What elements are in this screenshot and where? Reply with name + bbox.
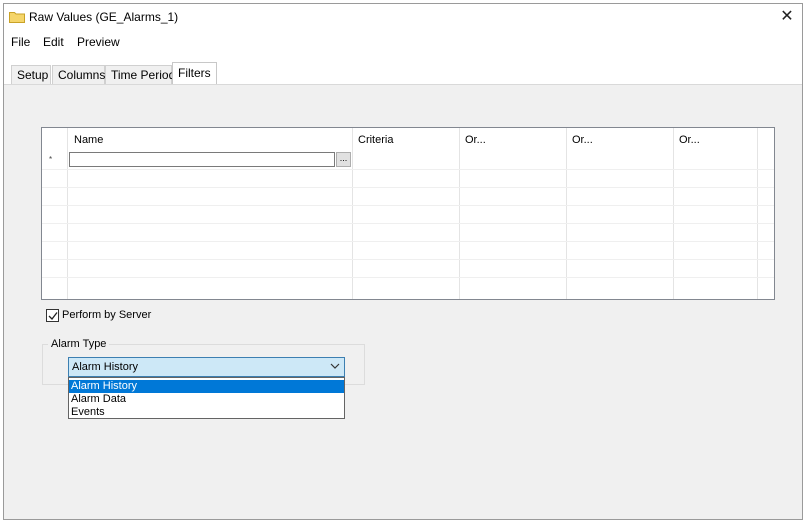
column-header-criteria[interactable]: Criteria — [358, 134, 393, 146]
dialog-window: Raw Values (GE_Alarms_1) ✕ File Edit Pre… — [3, 3, 803, 520]
menu-file[interactable]: File — [11, 35, 30, 49]
dropdown-option-alarm-history[interactable]: Alarm History — [69, 380, 344, 393]
tab-divider — [4, 84, 802, 85]
grid-line — [42, 223, 774, 224]
grid-line — [42, 241, 774, 242]
grid-line — [42, 187, 774, 188]
menu-preview[interactable]: Preview — [77, 35, 120, 49]
grid-line — [67, 128, 68, 299]
browse-button[interactable]: ... — [336, 152, 351, 167]
grid-line — [42, 277, 774, 278]
tab-setup[interactable]: Setup — [11, 65, 51, 84]
grid-line — [352, 128, 353, 299]
close-icon: ✕ — [780, 8, 794, 25]
tab-time-period-label: Time Period — [111, 68, 176, 82]
alarm-type-combobox[interactable]: Alarm History — [68, 357, 345, 377]
name-cell-input[interactable] — [69, 152, 335, 167]
combobox-selected-value: Alarm History — [72, 361, 139, 373]
grid-line — [42, 205, 774, 206]
tab-columns[interactable]: Columns — [52, 65, 105, 84]
grid-line — [566, 128, 567, 299]
grid-line — [42, 259, 774, 260]
tab-setup-label: Setup — [17, 68, 49, 82]
grid-line — [673, 128, 674, 299]
column-header-or-1[interactable]: Or... — [465, 134, 486, 146]
check-icon — [48, 312, 58, 320]
column-header-name[interactable]: Name — [74, 134, 103, 146]
column-header-or-2[interactable]: Or... — [572, 134, 593, 146]
alarm-type-dropdown: Alarm History Alarm Data Events — [68, 377, 345, 419]
perform-by-server-checkbox[interactable] — [46, 309, 59, 322]
close-button[interactable]: ✕ — [772, 4, 802, 31]
grid-line — [42, 169, 774, 170]
folder-icon — [9, 12, 25, 23]
new-row-marker: * — [49, 155, 53, 164]
tab-filters-label: Filters — [178, 66, 211, 80]
tab-time-period[interactable]: Time Period — [105, 65, 176, 84]
menu-bar: File Edit Preview — [4, 31, 802, 53]
grid-line — [757, 128, 758, 299]
grid-line — [459, 128, 460, 299]
alarm-type-group-label: Alarm Type — [48, 338, 110, 350]
menu-edit[interactable]: Edit — [43, 35, 64, 49]
column-header-or-3[interactable]: Or... — [679, 134, 700, 146]
tab-columns-label: Columns — [58, 68, 106, 82]
window-title: Raw Values (GE_Alarms_1) — [29, 10, 179, 24]
grid-header: Name Criteria Or... Or... Or... — [42, 128, 774, 151]
perform-by-server-label[interactable]: Perform by Server — [62, 309, 151, 321]
dropdown-option-alarm-data[interactable]: Alarm Data — [69, 393, 344, 406]
dropdown-option-events[interactable]: Events — [69, 406, 344, 419]
tab-strip: Setup Columns Time Period Filters — [4, 53, 802, 85]
tab-filters[interactable]: Filters — [172, 62, 217, 85]
filter-grid[interactable]: Name Criteria Or... Or... Or... * ... — [41, 127, 775, 300]
chevron-down-icon — [330, 363, 340, 369]
title-bar: Raw Values (GE_Alarms_1) ✕ — [4, 4, 802, 31]
